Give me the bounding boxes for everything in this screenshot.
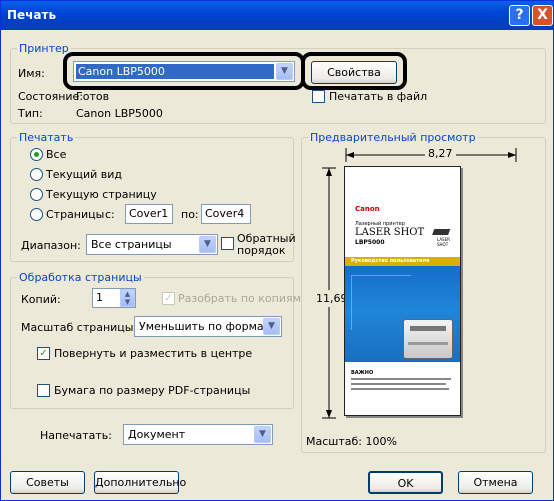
scaling-label: Масштаб страницы:: [21, 321, 138, 334]
preview-height-text: 11,69: [316, 290, 348, 307]
from-label: с:: [105, 208, 115, 221]
chevron-down-icon[interactable]: ▼: [263, 318, 280, 335]
preview-footer-title: ВАЖНО: [351, 370, 374, 376]
print-dialog: Печать ? X Принтер Имя: Canon LBP5000 ▼ …: [0, 0, 554, 501]
to-input[interactable]: Cover4: [201, 204, 251, 224]
reverse-order-checkbox[interactable]: [221, 237, 234, 250]
properties-highlight-ring: [301, 52, 407, 90]
scaling-select[interactable]: Уменьшить по формату ▼: [134, 316, 282, 337]
close-button[interactable]: X: [532, 5, 553, 26]
pdf-paper-checkbox[interactable]: [37, 384, 50, 397]
printer-image-icon: [403, 319, 453, 359]
radio-current-view[interactable]: [30, 168, 43, 181]
radio-all-label: Все: [46, 148, 67, 161]
preview-footer-line-1: [351, 378, 451, 380]
rotate-center-label: Повернуть и разместить в центре: [54, 347, 253, 360]
print-to-file-label: Печатать в файл: [329, 90, 428, 103]
title-bar: Печать ? X: [1, 1, 553, 30]
chevron-down-icon[interactable]: ▼: [199, 236, 216, 253]
cancel-button-label: Отмена: [473, 476, 518, 489]
chevron-down-icon[interactable]: ▼: [254, 426, 271, 443]
preview-brand: Canon: [355, 205, 380, 213]
page-handling-legend: Обработка страницы: [19, 271, 142, 284]
type-label: Тип:: [18, 107, 43, 120]
preview-doc-logo: LASER SHOT: [437, 237, 450, 247]
advanced-button[interactable]: Дополнительно: [94, 471, 186, 494]
from-input[interactable]: Cover1: [125, 204, 173, 224]
status-value: Готов: [76, 90, 110, 103]
preview-decor: [351, 275, 411, 330]
tips-button[interactable]: Советы: [10, 471, 85, 494]
window-title: Печать: [7, 8, 57, 22]
range-select[interactable]: Все страницы ▼: [86, 234, 218, 255]
print-what-select[interactable]: Документ ▼: [123, 424, 273, 445]
cancel-button[interactable]: Отмена: [458, 471, 533, 494]
preview-doc-title: LASER SHOT: [355, 227, 425, 238]
preview-banner-text: Руководство пользователя: [351, 258, 430, 264]
range-select-value: Все страницы: [91, 238, 172, 251]
copies-value: 1: [96, 291, 103, 304]
scaling-select-value: Уменьшить по формату: [139, 320, 277, 333]
radio-current-page[interactable]: [30, 188, 43, 201]
preview-scale-text: Масштаб: 100%: [306, 435, 397, 448]
ok-button[interactable]: OK: [368, 471, 443, 494]
reverse-order-label-2: порядок: [237, 244, 286, 257]
collate-checkbox[interactable]: ✓: [162, 292, 175, 305]
ok-button-label: OK: [397, 477, 414, 490]
tips-button-label: Советы: [26, 476, 69, 489]
copies-label: Копий:: [21, 293, 61, 306]
advanced-button-label: Дополнительно: [95, 476, 187, 489]
preview-page: Canon Лазерный принтер LASER SHOT LBP500…: [344, 166, 461, 416]
copies-spinner[interactable]: ▲ ▼: [120, 289, 135, 307]
status-label: Состояние:: [18, 90, 84, 103]
rotate-center-checkbox[interactable]: ✓: [37, 347, 50, 360]
radio-current-page-label: Текущую страницу: [46, 188, 157, 201]
preview-cover-band: Руководство пользователя: [345, 257, 460, 362]
radio-pages-label: Страницы: [46, 208, 105, 221]
print-what-label: Напечатать:: [40, 429, 112, 442]
type-value: Canon LBP5000: [76, 107, 163, 120]
range-label: Диапазон:: [21, 239, 81, 252]
help-button[interactable]: ?: [509, 5, 530, 26]
printer-legend: Принтер: [19, 42, 69, 55]
radio-pages[interactable]: [30, 208, 43, 221]
print-what-value: Документ: [128, 428, 186, 441]
radio-current-view-label: Текущий вид: [46, 168, 123, 181]
collate-label: Разобрать по копиям: [178, 292, 301, 305]
print-range-legend: Печатать: [19, 131, 74, 144]
print-to-file-checkbox[interactable]: [312, 90, 325, 103]
preview-footer-line-3: [351, 388, 449, 390]
to-label: по:: [181, 208, 199, 221]
preview-footer-line-2: [351, 383, 446, 385]
preview-width-text: 8,27: [425, 147, 456, 160]
pdf-paper-label: Бумага по размеру PDF-страницы: [54, 384, 251, 397]
printer-name-highlight-ring: [63, 52, 305, 90]
printer-name-label: Имя:: [18, 67, 45, 80]
preview-doc-model: LBP5000: [355, 239, 385, 246]
radio-all[interactable]: [30, 148, 43, 161]
logo-icon: [432, 219, 454, 235]
